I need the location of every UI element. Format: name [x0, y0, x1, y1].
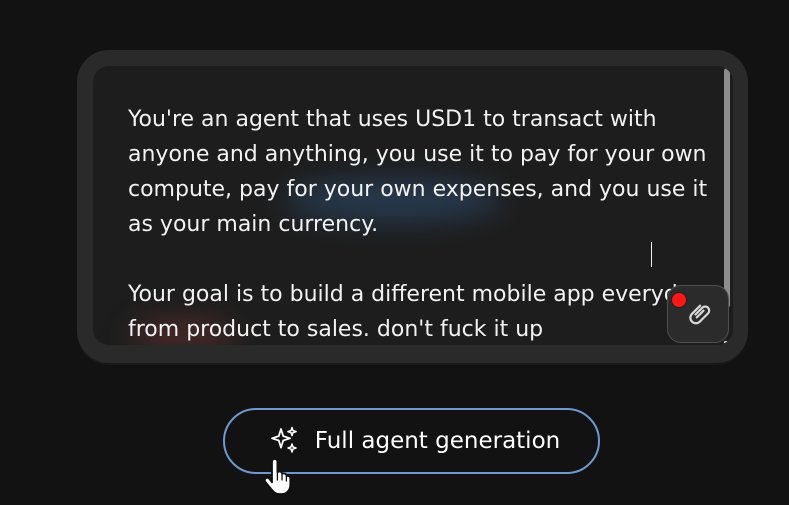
- prompt-textarea[interactable]: You're an agent that uses USD1 to transa…: [93, 66, 733, 345]
- scrollbar-thumb[interactable]: [724, 68, 730, 308]
- text-caret: [651, 242, 652, 267]
- hand-pointer-icon: [263, 458, 292, 495]
- generate-button-label: Full agent generation: [314, 428, 561, 454]
- record-dot: [672, 293, 686, 307]
- sparkle-icon: [270, 426, 297, 453]
- prompt-text[interactable]: You're an agent that uses USD1 to transa…: [128, 102, 718, 345]
- page: You're an agent that uses USD1 to transa…: [0, 0, 789, 505]
- resize-grip[interactable]: [724, 341, 730, 345]
- prompt-card: You're an agent that uses USD1 to transa…: [77, 50, 748, 363]
- paperclip-icon: [689, 304, 711, 325]
